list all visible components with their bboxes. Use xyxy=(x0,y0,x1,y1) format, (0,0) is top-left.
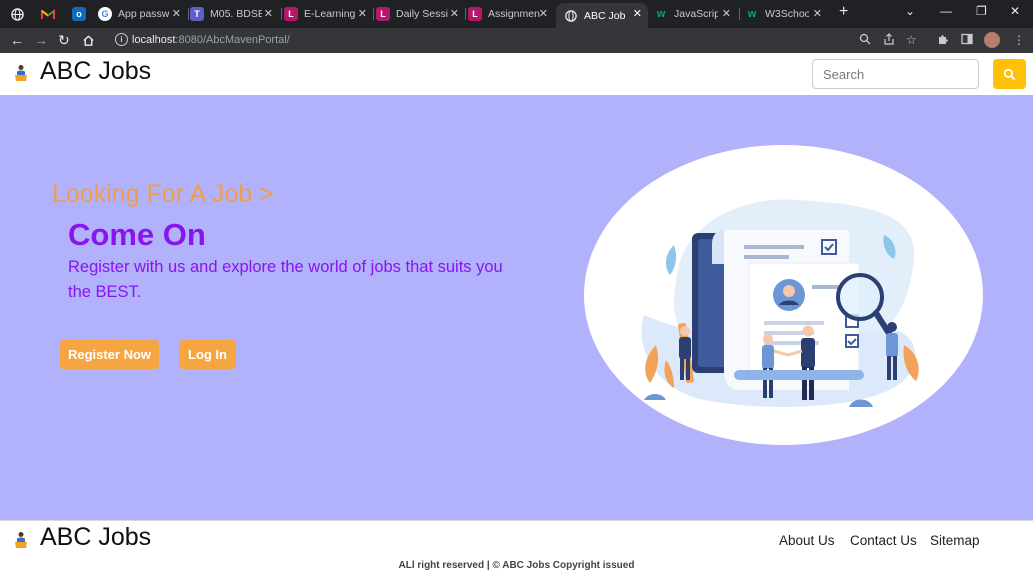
search-button[interactable] xyxy=(993,59,1026,89)
close-icon[interactable]: ✕ xyxy=(358,7,367,20)
tab-separator xyxy=(465,8,466,20)
tab-search-chevron-icon[interactable]: ⌄ xyxy=(905,4,915,18)
tab-title: W3Schools xyxy=(765,8,809,20)
close-icon[interactable]: ✕ xyxy=(722,7,731,20)
side-panel-icon[interactable] xyxy=(961,33,973,48)
tab-title: E-Learning xyxy=(304,8,356,20)
close-icon[interactable]: ✕ xyxy=(172,7,181,20)
footer-link-contact-us[interactable]: Contact Us xyxy=(850,533,917,548)
browser-tab-strip: o G App passw ✕ T M05. BDSE ✕ L E-Learni… xyxy=(0,0,1033,28)
share-icon[interactable] xyxy=(883,33,895,48)
close-icon[interactable]: ✕ xyxy=(450,7,459,20)
copyright-text: ALl right reserved | © ABC Jobs Copyrigh… xyxy=(398,560,635,571)
tab-title: App passw xyxy=(118,8,170,20)
login-button[interactable]: Log In xyxy=(179,340,236,369)
w3schools-icon: w xyxy=(656,8,666,20)
outlook-icon: o xyxy=(72,7,86,21)
tab-app-passwords[interactable]: G App passw ✕ xyxy=(98,3,187,25)
gmail-icon xyxy=(41,7,55,21)
tab-pinned-globe[interactable] xyxy=(10,3,32,25)
tab-title: M05. BDSE xyxy=(210,8,262,20)
more-menu-icon[interactable]: ⋮ xyxy=(1013,33,1025,47)
tab-title: ABC Job Po xyxy=(584,9,628,22)
close-icon[interactable]: ✕ xyxy=(539,7,548,20)
hero-eyebrow: Looking For A Job > xyxy=(52,180,274,208)
tab-separator xyxy=(373,8,374,20)
reload-icon[interactable]: ↻ xyxy=(58,31,70,49)
hero-title: Come On xyxy=(68,217,206,252)
address-url[interactable]: localhost:8080/AbcMavenPortal/ xyxy=(132,34,290,46)
tab-title: JavaScript xyxy=(674,8,718,20)
address-bar[interactable]: i localhost:8080/AbcMavenPortal/ xyxy=(104,30,935,51)
lms-icon: L xyxy=(376,7,390,21)
tab-e-learning[interactable]: L E-Learning ✕ xyxy=(284,3,373,25)
tab-separator xyxy=(739,8,740,20)
globe-icon xyxy=(10,7,24,21)
zoom-icon[interactable] xyxy=(859,33,871,48)
globe-icon xyxy=(564,9,578,23)
tab-separator xyxy=(188,8,189,20)
tab-title: Assignmen xyxy=(488,8,540,20)
tab-javascript[interactable]: w JavaScript ✕ xyxy=(654,3,737,25)
tab-m05-bdse[interactable]: T M05. BDSE ✕ xyxy=(190,3,279,25)
footer-link-sitemap[interactable]: Sitemap xyxy=(930,533,980,548)
hero-section: Looking For A Job > Come On Register wit… xyxy=(0,95,1033,520)
bookmark-star-icon[interactable]: ☆ xyxy=(906,33,917,47)
w3schools-icon: w xyxy=(747,8,757,20)
profile-avatar[interactable] xyxy=(984,32,1000,48)
tab-w3schools[interactable]: w W3Schools ✕ xyxy=(745,3,828,25)
close-icon[interactable]: ✕ xyxy=(813,7,822,20)
restore-icon[interactable]: ❐ xyxy=(976,4,987,18)
extensions-icon[interactable] xyxy=(937,33,949,48)
close-icon[interactable]: ✕ xyxy=(264,7,273,20)
footer-brand-name[interactable]: ABC Jobs xyxy=(40,523,151,552)
close-icon[interactable]: ✕ xyxy=(633,7,642,20)
tab-pinned-gmail[interactable] xyxy=(41,3,63,25)
new-tab-button[interactable]: + xyxy=(839,3,848,21)
brand-name[interactable]: ABC Jobs xyxy=(40,57,151,86)
tab-title: Daily Sessi xyxy=(396,8,448,20)
site-footer: ABC Jobs About Us Contact Us Sitemap ALl… xyxy=(0,520,1033,581)
browser-toolbar: ← → ↻ i localhost:8080/AbcMavenPortal/ ☆… xyxy=(0,28,1033,53)
logo-icon xyxy=(15,532,27,548)
lms-icon: L xyxy=(468,7,482,21)
tab-assignment[interactable]: L Assignmen ✕ xyxy=(468,3,554,25)
minimize-icon[interactable]: — xyxy=(940,4,952,18)
search-icon xyxy=(1003,68,1016,80)
job-search-illustration xyxy=(584,145,983,445)
site-header: ABC Jobs xyxy=(0,53,1033,95)
back-arrow-icon[interactable]: ← xyxy=(10,31,24,49)
tab-daily-session[interactable]: L Daily Sessi ✕ xyxy=(376,3,465,25)
url-path: :8080/AbcMavenPortal/ xyxy=(175,34,290,46)
forward-arrow-icon[interactable]: → xyxy=(34,31,48,49)
lms-icon: L xyxy=(284,7,298,21)
google-icon: G xyxy=(98,7,112,21)
search-input[interactable] xyxy=(812,59,979,89)
logo-icon xyxy=(15,65,27,81)
tab-pinned-outlook[interactable]: o xyxy=(72,3,94,25)
register-now-button[interactable]: Register Now xyxy=(60,340,159,369)
site-info-icon[interactable]: i xyxy=(115,33,128,46)
home-icon[interactable] xyxy=(82,31,95,51)
footer-link-about-us[interactable]: About Us xyxy=(779,533,835,548)
close-window-icon[interactable]: ✕ xyxy=(1010,4,1020,18)
teams-icon: T xyxy=(190,7,204,21)
tab-abc-job-portal[interactable]: ABC Job Po ✕ xyxy=(556,3,648,28)
url-host: localhost xyxy=(132,34,176,46)
hero-subtitle: Register with us and explore the world o… xyxy=(68,258,503,301)
tab-separator xyxy=(281,8,282,20)
